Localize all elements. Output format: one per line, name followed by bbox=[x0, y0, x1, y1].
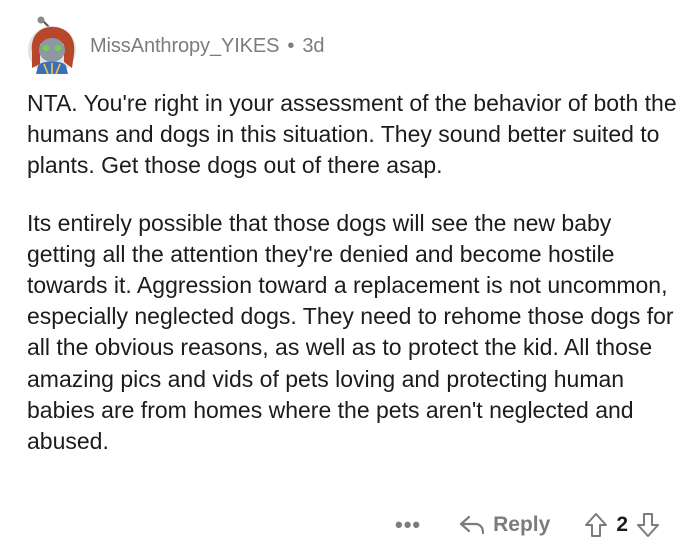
comment-paragraph: Its entirely possible that those dogs wi… bbox=[27, 209, 674, 455]
comment-header: MissAnthropy_YIKES • 3d bbox=[24, 16, 324, 76]
meta-separator: • bbox=[287, 34, 295, 57]
comment-paragraph: NTA. You're right in your assessment of … bbox=[27, 90, 677, 179]
reply-label: Reply bbox=[493, 513, 551, 536]
downvote-arrow-icon[interactable] bbox=[636, 512, 660, 538]
comment-age: 3d bbox=[302, 34, 325, 57]
comment: MissAnthropy_YIKES • 3d NTA. You're righ… bbox=[0, 0, 700, 547]
comment-actions: ••• Reply 2 bbox=[395, 508, 660, 542]
user-avatar[interactable] bbox=[24, 16, 80, 76]
comment-body: NTA. You're right in your assessment of … bbox=[27, 88, 677, 483]
reply-button[interactable]: Reply bbox=[459, 513, 550, 537]
comment-meta: MissAnthropy_YIKES • 3d bbox=[90, 35, 324, 58]
vote-count: 2 bbox=[616, 513, 628, 536]
more-options-button[interactable]: ••• bbox=[395, 512, 421, 538]
snoo-avatar-icon bbox=[28, 16, 76, 75]
vote-controls: 2 bbox=[584, 512, 660, 538]
reply-arrow-icon bbox=[460, 515, 485, 535]
upvote-arrow-icon[interactable] bbox=[584, 512, 608, 538]
username[interactable]: MissAnthropy_YIKES bbox=[90, 35, 280, 58]
